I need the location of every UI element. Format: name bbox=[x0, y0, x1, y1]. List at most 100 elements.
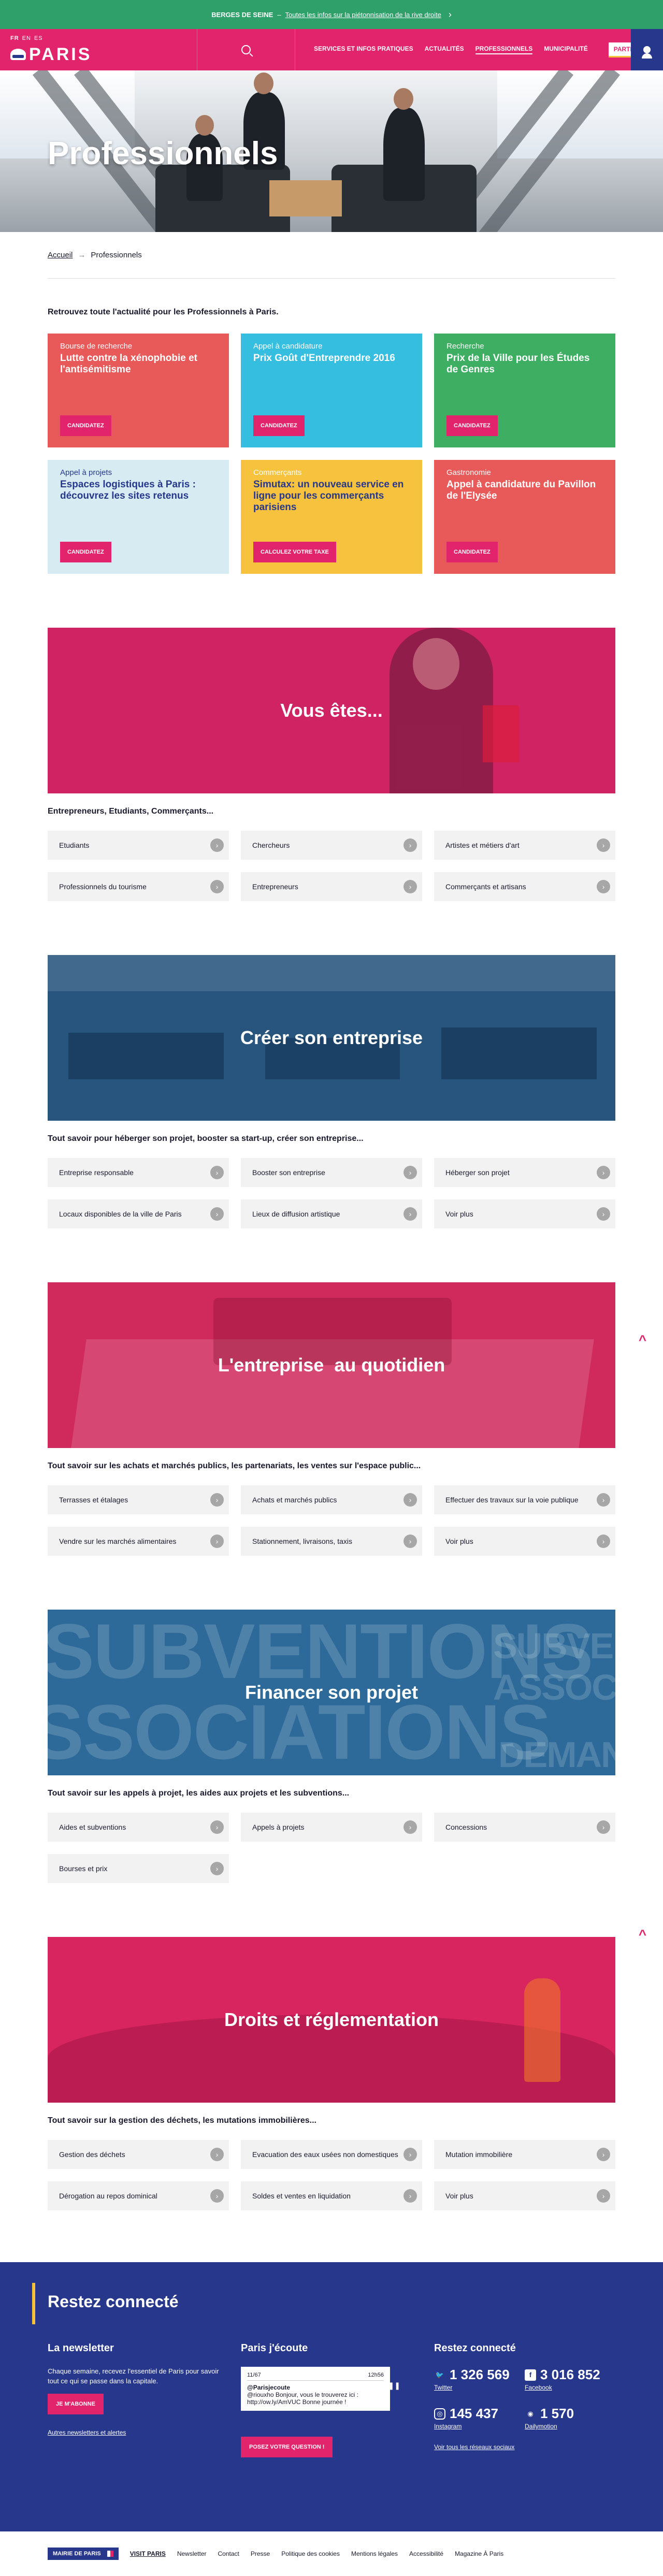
footer-link[interactable]: Mentions légales bbox=[351, 2550, 398, 2557]
scroll-top-icon[interactable]: ^ bbox=[639, 1332, 646, 1348]
section-link[interactable]: Commerçants et artisans › bbox=[434, 872, 615, 901]
news-card[interactable]: Commerçants Simutax: un nouveau service … bbox=[241, 460, 422, 574]
footer-link[interactable]: VISIT PARIS bbox=[130, 2550, 166, 2557]
social-name[interactable]: Facebook bbox=[525, 2384, 615, 2391]
section-link[interactable]: Lieux de diffusion artistique › bbox=[241, 1199, 422, 1228]
social-facebook[interactable]: f 3 016 852 Facebook bbox=[525, 2367, 615, 2391]
top-banner[interactable]: BERGES DE SEINE – Toutes les infos sur l… bbox=[0, 0, 663, 29]
footer-link[interactable]: Contact bbox=[218, 2550, 239, 2557]
card-button[interactable]: CANDIDATEZ bbox=[60, 542, 111, 562]
tweet-handle[interactable]: @Parisjecoute bbox=[247, 2384, 384, 2391]
section-link[interactable]: Booster son entreprise › bbox=[241, 1158, 422, 1187]
social-name[interactable]: Twitter bbox=[434, 2384, 525, 2391]
card-title[interactable]: Lutte contre la xénophobie et l'antisémi… bbox=[60, 353, 217, 375]
ask-question-button[interactable]: POSEZ VOTRE QUESTION ! bbox=[241, 2437, 333, 2457]
footer-link[interactable]: Politique des cookies bbox=[281, 2550, 340, 2557]
section-link[interactable]: Evacuation des eaux usées non domestique… bbox=[241, 2140, 422, 2169]
card-button[interactable]: CANDIDATEZ bbox=[446, 542, 498, 562]
social-instagram[interactable]: ◎ 145 437 Instagram bbox=[434, 2406, 525, 2430]
section-link[interactable]: Vendre sur les marchés alimentaires › bbox=[48, 1527, 229, 1556]
card-title[interactable]: Appel à candidature du Pavillon de l'Ely… bbox=[446, 479, 603, 502]
nav-municipalite[interactable]: MUNICIPALITÉ bbox=[544, 45, 587, 54]
footer-link[interactable]: Accessibilité bbox=[409, 2550, 443, 2557]
pause-icon[interactable]: ❚❚ bbox=[388, 2381, 400, 2390]
card-button[interactable]: CANDIDATEZ bbox=[446, 415, 498, 436]
section-link[interactable]: Artistes et métiers d'art › bbox=[434, 831, 615, 860]
nav-professionnels[interactable]: PROFESSIONNELS bbox=[475, 45, 533, 54]
logo[interactable]: FR EN ES PARIS bbox=[0, 35, 104, 65]
section-link[interactable]: Héberger son projet › bbox=[434, 1158, 615, 1187]
section-link[interactable]: Soldes et ventes en liquidation › bbox=[241, 2181, 422, 2210]
section-link[interactable]: Achats et marchés publics › bbox=[241, 1485, 422, 1514]
news-card[interactable]: Bourse de recherche Lutte contre la xéno… bbox=[48, 334, 229, 447]
all-social-link[interactable]: Voir tous les réseaux sociaux bbox=[434, 2443, 615, 2451]
card-button[interactable]: CALCULEZ VOTRE TAXE bbox=[253, 542, 336, 562]
section-link[interactable]: Voir plus › bbox=[434, 1199, 615, 1228]
footer-link[interactable]: Presse bbox=[251, 2550, 270, 2557]
scroll-top-icon[interactable]: ^ bbox=[639, 1927, 646, 1943]
section-banner[interactable]: L'entreprise au quotidien bbox=[48, 1282, 615, 1448]
card-title[interactable]: Espaces logistiques à Paris : découvrez … bbox=[60, 479, 217, 502]
section-link[interactable]: Voir plus › bbox=[434, 2181, 615, 2210]
account-button[interactable] bbox=[631, 29, 663, 70]
social-name[interactable]: Dailymotion bbox=[525, 2423, 615, 2430]
news-card[interactable]: Gastronomie Appel à candidature du Pavil… bbox=[434, 460, 615, 574]
chevron-right-icon[interactable]: › bbox=[449, 9, 452, 20]
social-dailymotion[interactable]: ◉ 1 570 Dailymotion bbox=[525, 2406, 615, 2430]
section-link[interactable]: Etudiants › bbox=[48, 831, 229, 860]
lang-en[interactable]: EN bbox=[22, 35, 31, 41]
section-link[interactable]: Bourses et prix › bbox=[48, 1854, 229, 1883]
section-banner[interactable]: Vous êtes... bbox=[48, 628, 615, 793]
mairie-logo[interactable]: MAIRIE DE PARIS bbox=[48, 2548, 119, 2560]
section-link[interactable]: Appels à projets › bbox=[241, 1813, 422, 1842]
banner-link[interactable]: Toutes les infos sur la piétonnisation d… bbox=[285, 11, 441, 19]
card-title[interactable]: Simutax: un nouveau service en ligne pou… bbox=[253, 479, 410, 513]
section-link[interactable]: Stationnement, livraisons, taxis › bbox=[241, 1527, 422, 1556]
banner-word: SUBVENTI bbox=[493, 1626, 615, 1666]
footer-link[interactable]: Newsletter bbox=[177, 2550, 207, 2557]
section-link[interactable]: Dérogation au repos dominical › bbox=[48, 2181, 229, 2210]
card-button[interactable]: CANDIDATEZ bbox=[253, 415, 305, 436]
section-banner[interactable]: Créer son entreprise bbox=[48, 955, 615, 1121]
section-link[interactable]: Effectuer des travaux sur la voie publiq… bbox=[434, 1485, 615, 1514]
section-link[interactable]: Locaux disponibles de la ville de Paris › bbox=[48, 1199, 229, 1228]
link-label: Voir plus bbox=[445, 1537, 473, 1545]
section-desc: Tout savoir sur la gestion des déchets, … bbox=[48, 2116, 316, 2125]
tweet-card[interactable]: 11/67 12h56 @Parisjecoute @riouxho Bonjo… bbox=[241, 2367, 400, 2411]
section-link[interactable]: Entrepreneurs › bbox=[241, 872, 422, 901]
card-title[interactable]: Prix Goût d'Entreprendre 2016 bbox=[253, 353, 410, 364]
breadcrumb-home[interactable]: Accueil bbox=[48, 251, 73, 259]
news-card[interactable]: Recherche Prix de la Ville pour les Étud… bbox=[434, 334, 615, 447]
arrow-right-icon: › bbox=[210, 1820, 224, 1834]
site-header: FR EN ES PARIS SERVICES ET INFOS PRATIQU… bbox=[0, 29, 663, 70]
card-title[interactable]: Prix de la Ville pour les Études de Genr… bbox=[446, 353, 603, 375]
nav-services[interactable]: SERVICES ET INFOS PRATIQUES bbox=[314, 45, 413, 54]
search-button[interactable] bbox=[197, 29, 295, 70]
instagram-icon: ◎ bbox=[434, 2408, 445, 2420]
social-twitter[interactable]: 🐦 1 326 569 Twitter bbox=[434, 2367, 525, 2391]
other-newsletters-link[interactable]: Autres newsletters et alertes bbox=[48, 2429, 126, 2436]
section-link[interactable]: Gestion des déchets › bbox=[48, 2140, 229, 2169]
lang-es[interactable]: ES bbox=[34, 35, 43, 41]
section-link[interactable]: Mutation immobilière › bbox=[434, 2140, 615, 2169]
nav-actualites[interactable]: ACTUALITÉS bbox=[425, 45, 464, 54]
subscribe-button[interactable]: JE M'ABONNE bbox=[48, 2393, 104, 2414]
news-card[interactable]: Appel à projets Espaces logistiques à Pa… bbox=[48, 460, 229, 574]
card-category: Bourse de recherche bbox=[60, 342, 133, 351]
section-link[interactable]: Terrasses et étalages › bbox=[48, 1485, 229, 1514]
section-link[interactable]: Entreprise responsable › bbox=[48, 1158, 229, 1187]
mairie-text: MAIRIE DE PARIS bbox=[53, 2551, 101, 2557]
section-banner[interactable]: SUBVENTIONS SSOCIATIONS SUBVENTI ASSOCIA… bbox=[48, 1610, 615, 1775]
section-link[interactable]: Chercheurs › bbox=[241, 831, 422, 860]
section-link[interactable]: Concessions › bbox=[434, 1813, 615, 1842]
section-desc: Tout savoir sur les appels à projet, les… bbox=[48, 1789, 350, 1798]
section-link[interactable]: Voir plus › bbox=[434, 1527, 615, 1556]
footer-link[interactable]: Magazine À Paris bbox=[455, 2550, 503, 2557]
lang-fr[interactable]: FR bbox=[10, 35, 19, 41]
news-card[interactable]: Appel à candidature Prix Goût d'Entrepre… bbox=[241, 334, 422, 447]
section-banner[interactable]: Droits et réglementation bbox=[48, 1937, 615, 2103]
section-link[interactable]: Aides et subventions › bbox=[48, 1813, 229, 1842]
social-name[interactable]: Instagram bbox=[434, 2423, 525, 2430]
section-link[interactable]: Professionnels du tourisme › bbox=[48, 872, 229, 901]
card-button[interactable]: CANDIDATEZ bbox=[60, 415, 111, 436]
